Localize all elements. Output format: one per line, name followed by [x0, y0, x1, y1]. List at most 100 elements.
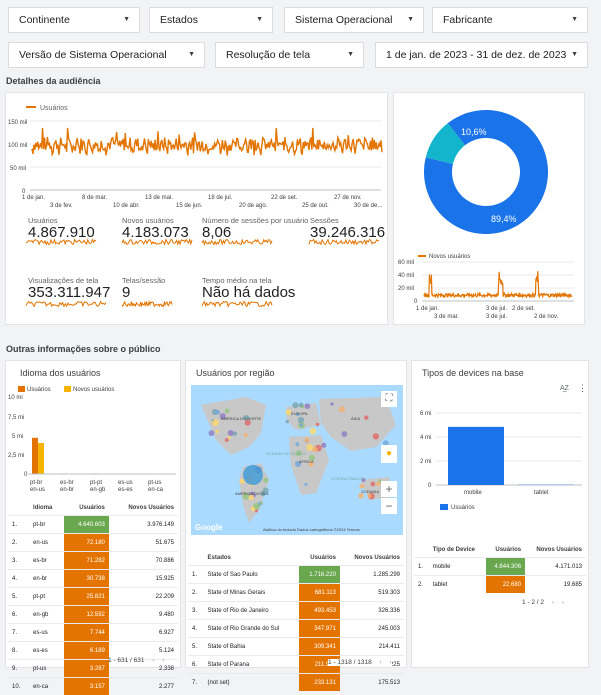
os-version-filter[interactable]: Versão de Sistema Operacional ▼ — [8, 42, 205, 68]
pegman-icon[interactable]: ● — [381, 445, 397, 463]
map-marker[interactable] — [305, 403, 311, 409]
more-options-icon[interactable]: ⋮ — [578, 383, 587, 394]
map-marker[interactable] — [330, 402, 333, 405]
map-marker[interactable] — [228, 436, 231, 439]
table-cell: es-us — [29, 624, 64, 642]
table-row[interactable]: 1.mobile4.844.3064.171.013 — [414, 558, 586, 576]
table-row[interactable]: 5.pt-pt25.82122.209 — [8, 588, 178, 606]
map-marker[interactable] — [373, 433, 379, 439]
map-marker[interactable] — [310, 428, 317, 435]
zoom-out-button[interactable]: − — [381, 498, 397, 514]
map-marker[interactable] — [341, 431, 347, 437]
land-north-america — [201, 397, 266, 455]
table-row[interactable]: 1.pt-br4.640.6033.976.149 — [8, 516, 178, 534]
prev-page-icon[interactable]: ‹ — [552, 599, 554, 606]
column-header[interactable]: Tipo de Device — [429, 543, 486, 558]
table-row[interactable]: 4.State of Rio Grande do Sul347.971245.0… — [188, 620, 404, 638]
next-page-icon[interactable]: › — [562, 599, 564, 606]
map-marker[interactable] — [300, 423, 303, 426]
map-marker[interactable] — [212, 419, 219, 426]
map-marker[interactable] — [263, 478, 268, 483]
column-header[interactable]: Usuários — [299, 551, 340, 566]
manufacturer-filter-label: Fabricante — [443, 14, 493, 26]
map-marker[interactable] — [215, 410, 220, 415]
os-filter[interactable]: Sistema Operacional ▼ — [284, 7, 424, 33]
map-marker[interactable] — [321, 443, 326, 448]
map-marker[interactable] — [260, 502, 263, 505]
map-marker[interactable] — [304, 483, 307, 486]
zoom-in-button[interactable]: + — [381, 481, 397, 497]
map-marker[interactable] — [225, 438, 229, 442]
kpi-value: Não há dados — [202, 284, 295, 301]
next-page-icon[interactable]: › — [390, 659, 392, 666]
bar-novos-usuários[interactable] — [38, 443, 44, 474]
bar-usuários[interactable] — [32, 438, 38, 474]
table-row[interactable]: 5.State of Bahia309.341214.411 — [188, 638, 404, 656]
table-cell: 9.480 — [109, 606, 178, 624]
map-marker[interactable] — [225, 408, 230, 413]
row-index: 7. — [8, 624, 29, 642]
map-marker[interactable] — [298, 417, 304, 423]
map-marker[interactable] — [316, 423, 319, 426]
column-header[interactable]: Usuários — [486, 543, 525, 558]
map-marker[interactable] — [244, 433, 248, 437]
table-row[interactable]: 7.(not set)233.131175.513 — [188, 674, 404, 692]
map-marker[interactable] — [209, 430, 215, 436]
map-marker[interactable] — [306, 444, 313, 451]
table-row[interactable]: 1.State of Sao Paulo1.716.2201.285.299 — [188, 566, 404, 584]
dropdown-arrow-icon: ▼ — [571, 43, 578, 67]
table-row[interactable]: 7.es-us7.7446.927 — [8, 624, 178, 642]
bar-mobile[interactable] — [448, 427, 504, 485]
column-header[interactable]: Estados — [204, 551, 299, 566]
y-tick: 50 mil — [10, 166, 26, 172]
table-row[interactable]: 10.en-ca3.1572.277 — [8, 678, 178, 695]
table-row[interactable]: 4.en-br30.73815.925 — [8, 570, 178, 588]
table-row[interactable]: 3.State of Rio de Janeiro493.453326.336 — [188, 602, 404, 620]
map-marker[interactable] — [339, 406, 345, 412]
map-marker[interactable] — [228, 430, 234, 436]
map-marker[interactable] — [285, 420, 288, 423]
table-row[interactable]: 2.en-us72.18051.675 — [8, 534, 178, 552]
resolution-filter[interactable]: Resolução de tela ▼ — [215, 42, 364, 68]
y-tick: 2,5 mi — [8, 453, 24, 459]
y-tick: 100 mil — [8, 143, 27, 149]
x-tick: es-es — [118, 487, 133, 493]
table-cell: 6.189 — [64, 642, 109, 660]
next-page-icon[interactable]: › — [162, 657, 164, 664]
manufacturer-filter[interactable]: Fabricante ▼ — [432, 7, 588, 33]
map-marker[interactable] — [359, 484, 364, 489]
pagination: 1 - 1318 / 1318 ‹ › — [328, 659, 392, 666]
column-header[interactable]: Novos Usuários — [340, 551, 404, 566]
states-filter[interactable]: Estados ▼ — [149, 7, 273, 33]
table-row[interactable]: 6.en-gb12.5929.480 — [8, 606, 178, 624]
region-map[interactable]: AMÉRICA DO NORTE EUROPA ÁFRICA AMÉRICA D… — [191, 385, 403, 535]
map-label: ÁSIA — [351, 416, 360, 421]
column-header[interactable]: Novos Usuários — [109, 501, 178, 516]
column-header[interactable]: Idioma — [29, 501, 64, 516]
prev-page-icon[interactable]: ‹ — [152, 657, 154, 664]
table-cell: State of Bahia — [204, 638, 299, 656]
map-marker[interactable] — [292, 402, 298, 408]
fullscreen-icon[interactable]: ⛶ — [381, 391, 397, 407]
table-row[interactable]: 2.tablet22.68019.685 — [414, 576, 586, 594]
table-row[interactable]: 2.State of Minas Gerais681.113519.303 — [188, 584, 404, 602]
x-tick: 13 de mai. — [145, 195, 173, 201]
prev-page-icon[interactable]: ‹ — [380, 659, 382, 666]
continent-filter[interactable]: Continente ▼ — [8, 7, 140, 33]
map-marker[interactable] — [370, 482, 375, 487]
row-index: 1. — [8, 516, 29, 534]
column-header[interactable]: Usuários — [64, 501, 109, 516]
map-marker[interactable] — [240, 479, 245, 484]
map-marker[interactable] — [364, 415, 368, 419]
sort-icon[interactable]: A͢Z — [560, 385, 569, 392]
map-marker[interactable] — [367, 494, 371, 498]
map-marker[interactable] — [215, 430, 219, 434]
map-marker[interactable] — [304, 438, 309, 443]
column-header[interactable]: Novos Usuários — [525, 543, 586, 558]
x-tick: pt-pt — [90, 480, 102, 486]
map-marker[interactable] — [376, 482, 380, 486]
map-marker[interactable] — [299, 403, 304, 408]
map-marker[interactable] — [295, 442, 299, 446]
date-range-filter[interactable]: 1 de jan. de 2023 - 31 de dez. de 2023 ▼ — [375, 42, 588, 68]
table-row[interactable]: 3.es-br71.28270.886 — [8, 552, 178, 570]
